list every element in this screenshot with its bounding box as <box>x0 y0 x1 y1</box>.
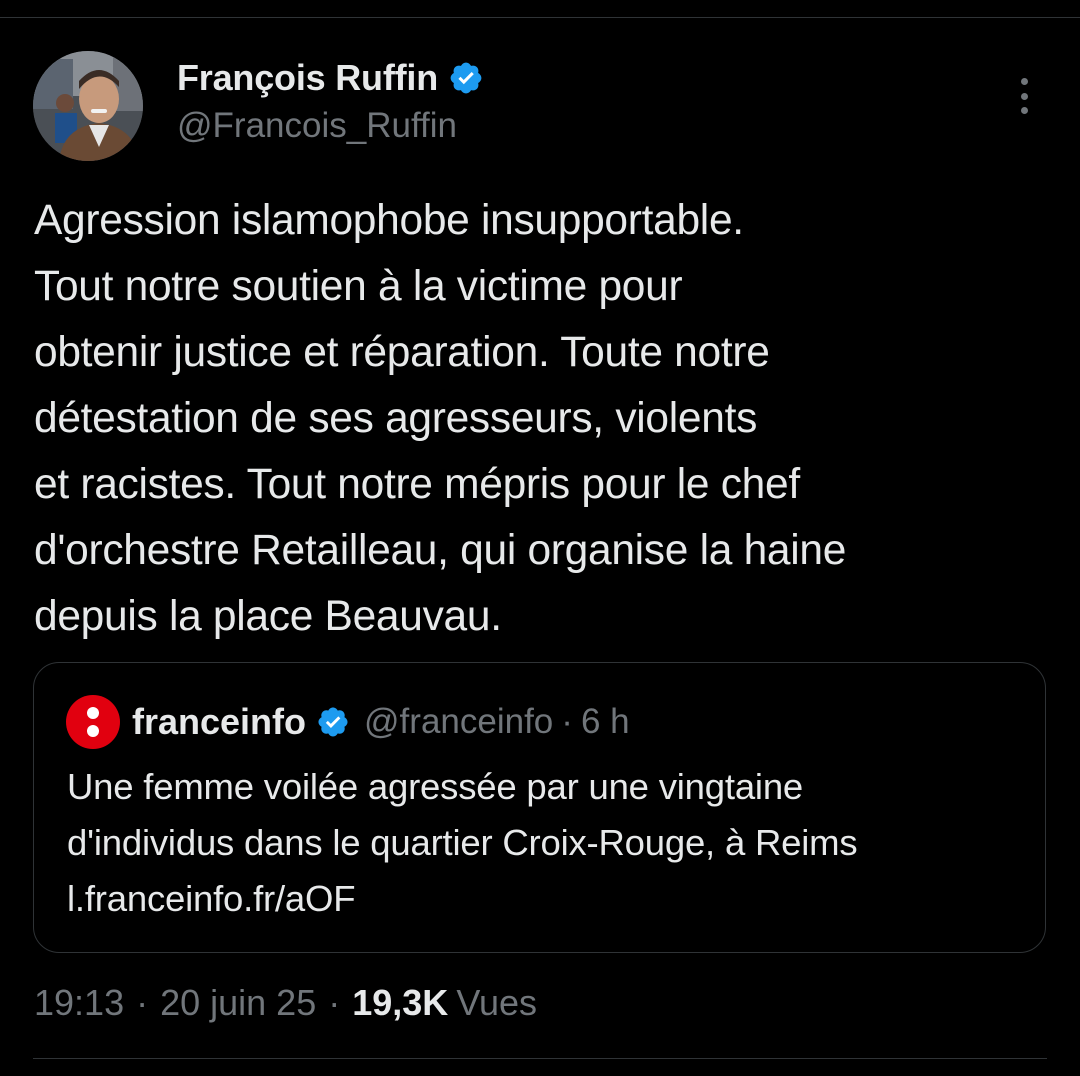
views-count[interactable]: 19,3K <box>352 978 448 1028</box>
logo-dot <box>87 725 99 737</box>
tweet: François Ruffin @Francois_Ruffin Agressi… <box>0 0 1080 1076</box>
author-display-name[interactable]: François Ruffin <box>177 57 438 99</box>
more-options-icon[interactable] <box>1006 74 1042 118</box>
tweet-header: François Ruffin @Francois_Ruffin <box>177 56 484 146</box>
quoted-separator: · <box>561 702 573 741</box>
views-label: Vues <box>456 982 538 1023</box>
display-name-row: François Ruffin <box>177 56 484 100</box>
verified-badge-icon <box>318 707 348 737</box>
quoted-author-name: franceinfo <box>132 701 307 742</box>
more-dot <box>1020 107 1028 114</box>
tweet-date[interactable]: 20 juin 25 <box>160 978 316 1028</box>
more-dot <box>1020 78 1028 85</box>
quoted-author-handle: @franceinfo <box>364 702 554 741</box>
meta-separator: · <box>136 982 149 1023</box>
quoted-timestamp: 6 h <box>580 702 630 741</box>
bottom-divider <box>33 1058 1047 1059</box>
avatar[interactable] <box>33 51 143 161</box>
logo-dot <box>87 707 99 719</box>
author-handle[interactable]: @Francois_Ruffin <box>177 106 484 146</box>
quoted-tweet-header: franceinfo @franceinfo · 6 h <box>66 695 630 749</box>
meta-separator: · <box>328 982 341 1023</box>
quoted-tweet-text: Une femme voilée agressée par une vingta… <box>67 766 858 919</box>
tweet-time[interactable]: 19:13 <box>34 978 124 1028</box>
franceinfo-logo <box>66 695 120 749</box>
quoted-tweet[interactable]: franceinfo @franceinfo · 6 h Une femme v… <box>33 662 1046 953</box>
tweet-text: Agression islamophobe insupportable. Tou… <box>34 197 847 640</box>
tweet-metadata: 19:13 · 20 juin 25 · 19,3K Vues <box>34 978 537 1028</box>
avatar-photo <box>33 51 143 161</box>
more-dot <box>1020 92 1028 100</box>
verified-badge-icon[interactable] <box>448 60 484 96</box>
